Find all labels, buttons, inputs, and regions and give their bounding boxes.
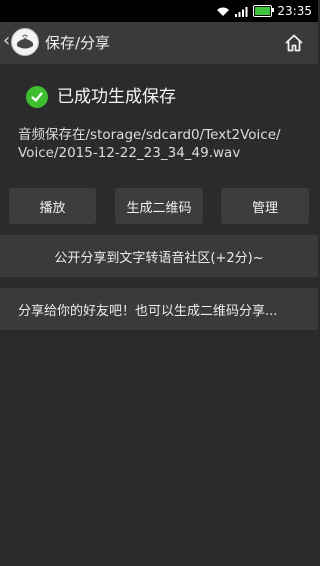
app-logo[interactable]: 文 <box>11 28 39 56</box>
play-button[interactable]: 播放 <box>9 188 96 224</box>
share-friends-button[interactable]: 分享给你的好友吧！也可以生成二维码分享... <box>0 288 318 330</box>
home-icon[interactable] <box>284 33 304 53</box>
back-chevron-icon[interactable]: ‹ <box>3 31 10 51</box>
app-bar: ‹ 文 保存/分享 <box>0 22 318 64</box>
success-message-row: 已成功生成保存 <box>26 86 176 108</box>
check-circle-icon <box>26 86 48 108</box>
file-path: 音频保存在/storage/sdcard0/Text2Voice/ Voice/… <box>18 126 308 162</box>
share-community-button[interactable]: 公开分享到文字转语音社区(+2分)~ <box>0 235 318 277</box>
file-path-line2: Voice/2015-12-22_23_34_49.wav <box>18 145 241 161</box>
battery-icon <box>253 5 275 17</box>
status-bar: 23:35 <box>0 0 318 22</box>
signal-icon <box>235 6 248 17</box>
status-time: 23:35 <box>277 4 312 18</box>
app-logo-icon: 文 <box>13 30 37 54</box>
manage-button[interactable]: 管理 <box>221 188 309 224</box>
file-path-line1: 音频保存在/storage/sdcard0/Text2Voice/ <box>18 127 281 143</box>
success-message: 已成功生成保存 <box>57 87 176 107</box>
generate-qr-button[interactable]: 生成二维码 <box>115 188 203 224</box>
page-title: 保存/分享 <box>45 34 111 52</box>
app-logo-letter: 文 <box>22 33 29 42</box>
wifi-icon <box>217 7 230 16</box>
